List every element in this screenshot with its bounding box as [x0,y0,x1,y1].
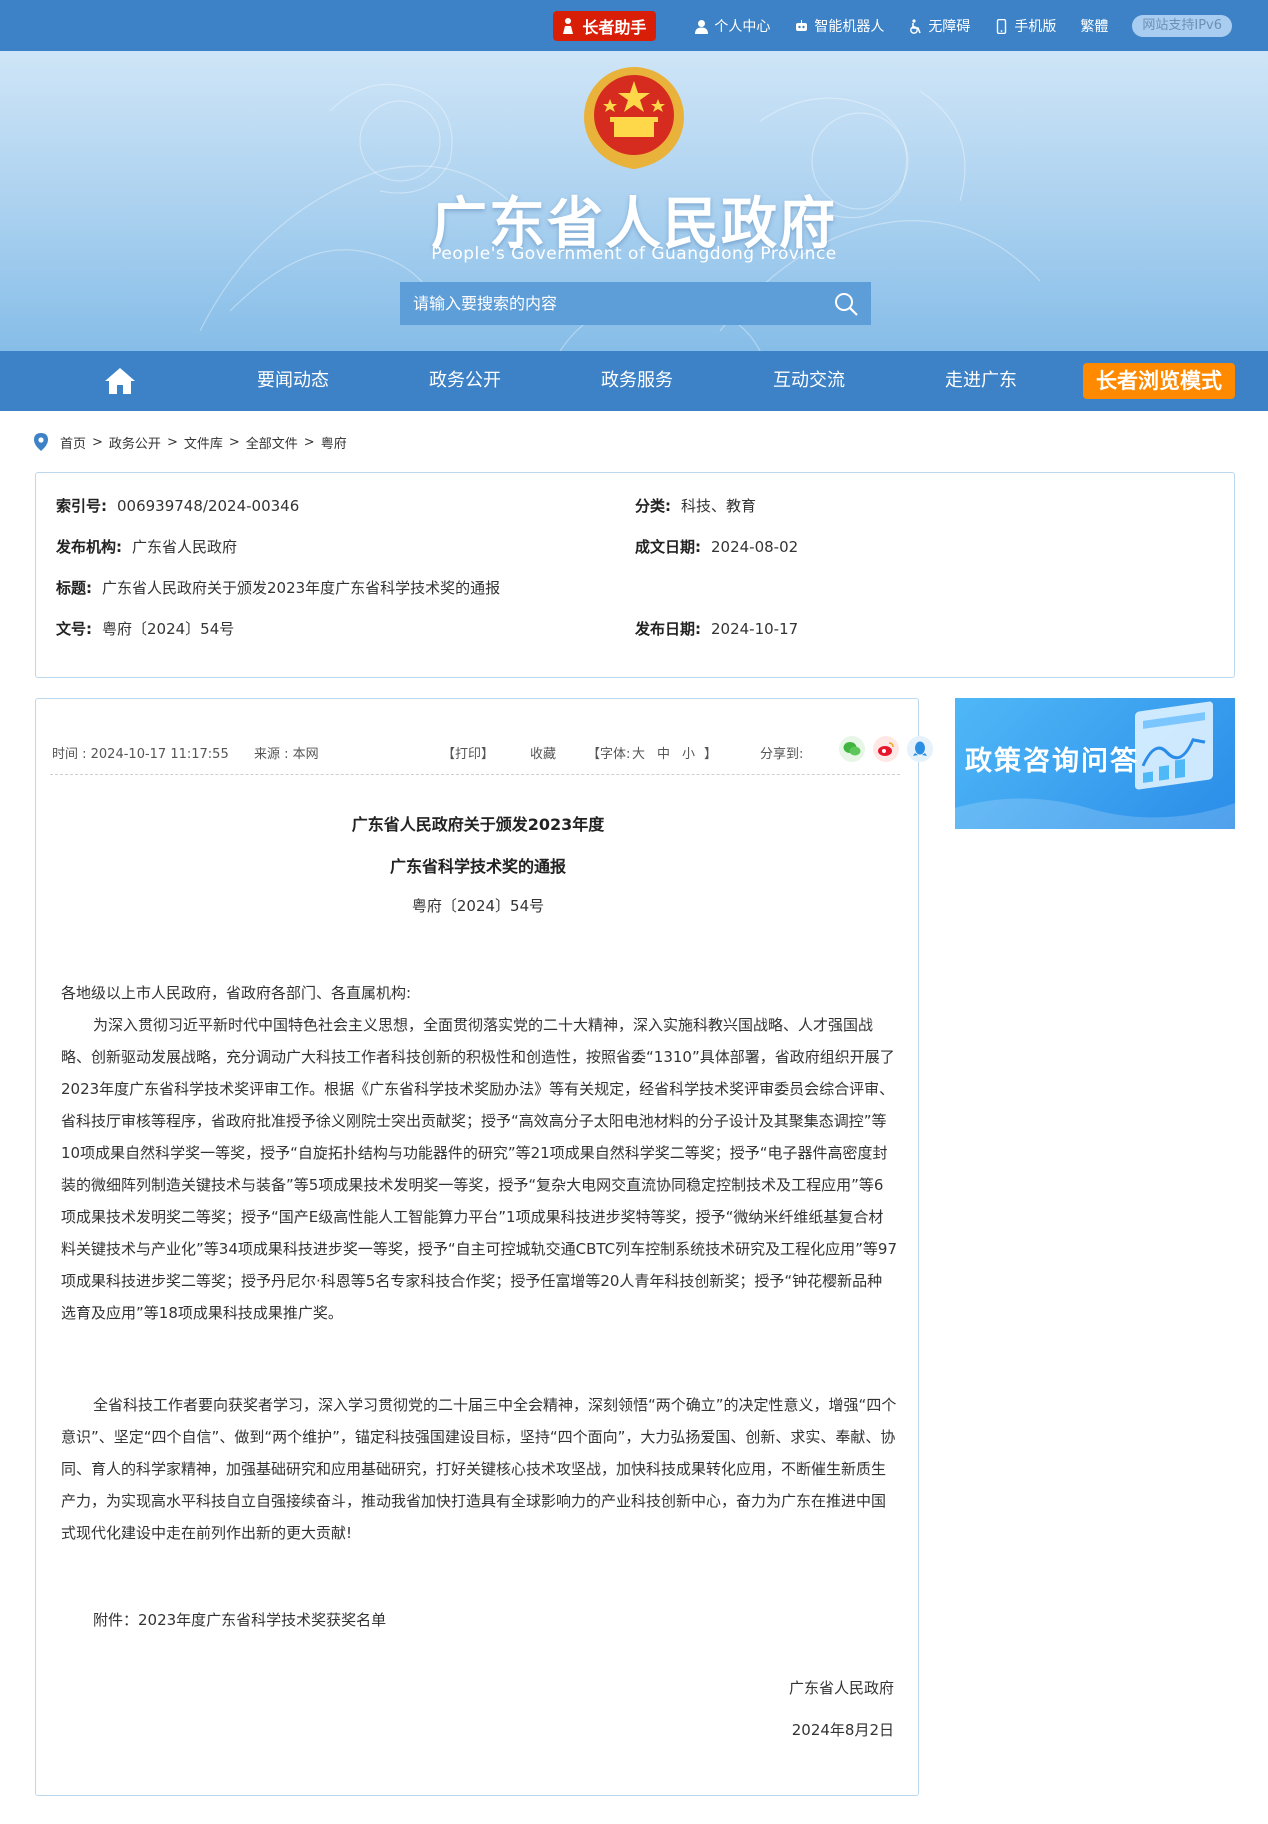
personal-center-link[interactable]: 个人中心 [694,16,770,36]
article-panel: 时间 : 2024-10-17 11:17:55 来源 : 本网 【打印】 收藏… [35,698,933,1796]
breadcrumb-gov-affairs[interactable]: 政务公开 [109,433,161,452]
meta-label: 文号: [56,620,92,638]
source: 来源 : 本网 [254,747,319,762]
main-nav: 要闻动态 政务公开 政务服务 互动交流 走进广东 长者浏览模式 [0,351,1268,411]
site-subtitle: People's Government of Guangdong Provinc… [431,244,837,264]
qq-share-icon[interactable] [907,736,933,762]
nav-item-interaction[interactable]: 互动交流 [773,351,845,411]
mobile-label: 手机版 [1014,19,1057,35]
search-button[interactable] [821,282,871,325]
breadcrumb-separator: > [92,434,103,450]
robot-link[interactable]: 智能机器人 [794,16,884,36]
article-attachment[interactable]: 附件：2023年度广东省科学技术奖获奖名单 [61,1604,897,1636]
article-toolbar: 时间 : 2024-10-17 11:17:55 来源 : 本网 【打印】 收藏… [52,735,933,767]
elder-icon [563,18,574,34]
accessibility-label: 无障碍 [928,19,971,35]
meta-value: 粤府〔2024〕54号 [102,620,235,638]
elder-helper-label: 长者助手 [582,18,647,37]
meta-value: 科技、教育 [681,497,757,515]
publish-time: 时间 : 2024-10-17 11:17:55 [52,747,229,762]
meta-value: 006939748/2024-00346 [117,497,300,515]
personal-center-label: 个人中心 [714,19,771,35]
ipv6-badge: 网站支持IPv6 [1132,15,1232,37]
document-meta-box: 索引号: 006939748/2024-00346 分类: 科技、教育 发布机构: 广… [35,472,1235,678]
meta-value: 2024-10-17 [711,620,799,638]
traditional-chinese-label: 繁體 [1080,19,1109,35]
site-banner: 广东省人民政府 People's Government of Guangdong… [0,51,1268,351]
robot-label: 智能机器人 [814,19,885,35]
policy-consult-label: 政策咨询问答 [965,746,1139,777]
breadcrumb-separator: > [228,434,240,450]
accessibility-link[interactable]: 无障碍 [908,16,970,36]
meta-doc-no: 文号: 粤府〔2024〕54号 [56,618,234,639]
nav-item-news[interactable]: 要闻动态 [257,351,329,411]
article-sign-date: 2024年8月2日 [791,1721,894,1739]
article-title-line2: 广东省科学技术奖的通报 [389,857,566,876]
search-input[interactable] [400,282,821,325]
article-doc-number: 粤府〔2024〕54号 [411,897,545,915]
share-label: 分享到: [760,747,804,762]
home-icon[interactable] [104,366,136,396]
national-emblem-icon [584,67,684,170]
nav-item-gov-affairs[interactable]: 政务公开 [429,351,501,411]
toolbar-divider [50,774,900,775]
breadcrumb: 首页 > 政务公开 > 文件库 > 全部文件 > 粤府 [34,432,347,452]
meta-written-date: 成文日期: 2024-08-02 [635,536,798,557]
breadcrumb-current[interactable]: 粤府 [321,433,347,452]
font-size-label: 【字体: [587,747,631,762]
location-pin-icon [34,433,48,451]
search-icon [835,292,858,316]
breadcrumb-file-library[interactable]: 文件库 [184,433,223,452]
meta-value: 广东省人民政府 [132,538,238,556]
breadcrumb-home[interactable]: 首页 [60,433,86,452]
breadcrumb-separator: > [303,434,315,450]
print-button[interactable]: 【打印】 [442,743,494,762]
meta-category: 分类: 科技、教育 [635,495,756,516]
elder-mode-button[interactable]: 长者浏览模式 [1083,363,1235,399]
search-box [400,282,871,325]
meta-publish-date: 发布日期: 2024-10-17 [635,618,798,639]
meta-label: 发布机构: [56,538,122,556]
font-small-button[interactable]: 小 [682,743,695,762]
user-icon [695,19,709,34]
article-title-line1: 广东省人民政府关于颁发2023年度 [351,815,605,834]
meta-issuer: 发布机构: 广东省人民政府 [56,536,237,557]
meta-value: 2024-08-02 [711,538,799,556]
article-salutation: 各地级以上市人民政府，省政府各部门、各直属机构: [61,984,412,1002]
meta-value: 广东省人民政府关于颁发2023年度广东省科学技术奖的通报 [102,579,501,597]
top-utility-bar: 长者助手 个人中心 智能机器人 无障碍 手机版 繁體 网站支持IPv6 [0,0,1268,51]
meta-index-no: 索引号: 006939748/2024-00346 [56,495,299,516]
meta-title: 标题: 广东省人民政府关于颁发2023年度广东省科学技术奖的通报 [56,577,500,598]
breadcrumb-all-files[interactable]: 全部文件 [246,433,298,452]
meta-label: 索引号: [56,497,107,515]
meta-label: 标题: [56,579,92,597]
font-large-button[interactable]: 大 [632,743,645,762]
nav-item-gov-services[interactable]: 政务服务 [601,351,673,411]
weibo-share-icon[interactable] [873,736,899,762]
wechat-share-icon[interactable] [839,736,865,762]
mobile-link[interactable]: 手机版 [994,16,1056,36]
policy-consult-banner[interactable]: 政策咨询问答 [955,698,1235,829]
utility-links: 长者助手 个人中心 智能机器人 无障碍 手机版 繁體 网站支持IPv6 [553,11,1232,41]
robot-icon [796,19,808,31]
traditional-chinese-link[interactable]: 繁體 [1080,16,1108,36]
favorite-button[interactable]: 收藏 [530,743,556,762]
meta-label: 成文日期: [635,538,701,556]
font-size-close: 】 [704,747,718,762]
article-paragraph-1: 为深入贯彻习近平新时代中国特色社会主义思想，全面贯彻落实党的二十大精神，深入实施… [61,1016,898,1322]
article-signer: 广东省人民政府 [788,1679,894,1697]
meta-label: 分类: [635,497,671,515]
accessibility-icon [910,18,922,34]
article-paragraph-2: 全省科技工作者要向获奖者学习，深入学习贯彻党的二十届三中全会精神，深刻领悟“两个… [61,1396,897,1542]
breadcrumb-separator: > [166,434,178,450]
font-medium-button[interactable]: 中 [657,743,670,762]
meta-label: 发布日期: [635,620,701,638]
mobile-icon [997,18,1007,34]
elder-helper-button[interactable]: 长者助手 [553,11,657,41]
nav-item-about-guangdong[interactable]: 走进广东 [945,351,1017,411]
